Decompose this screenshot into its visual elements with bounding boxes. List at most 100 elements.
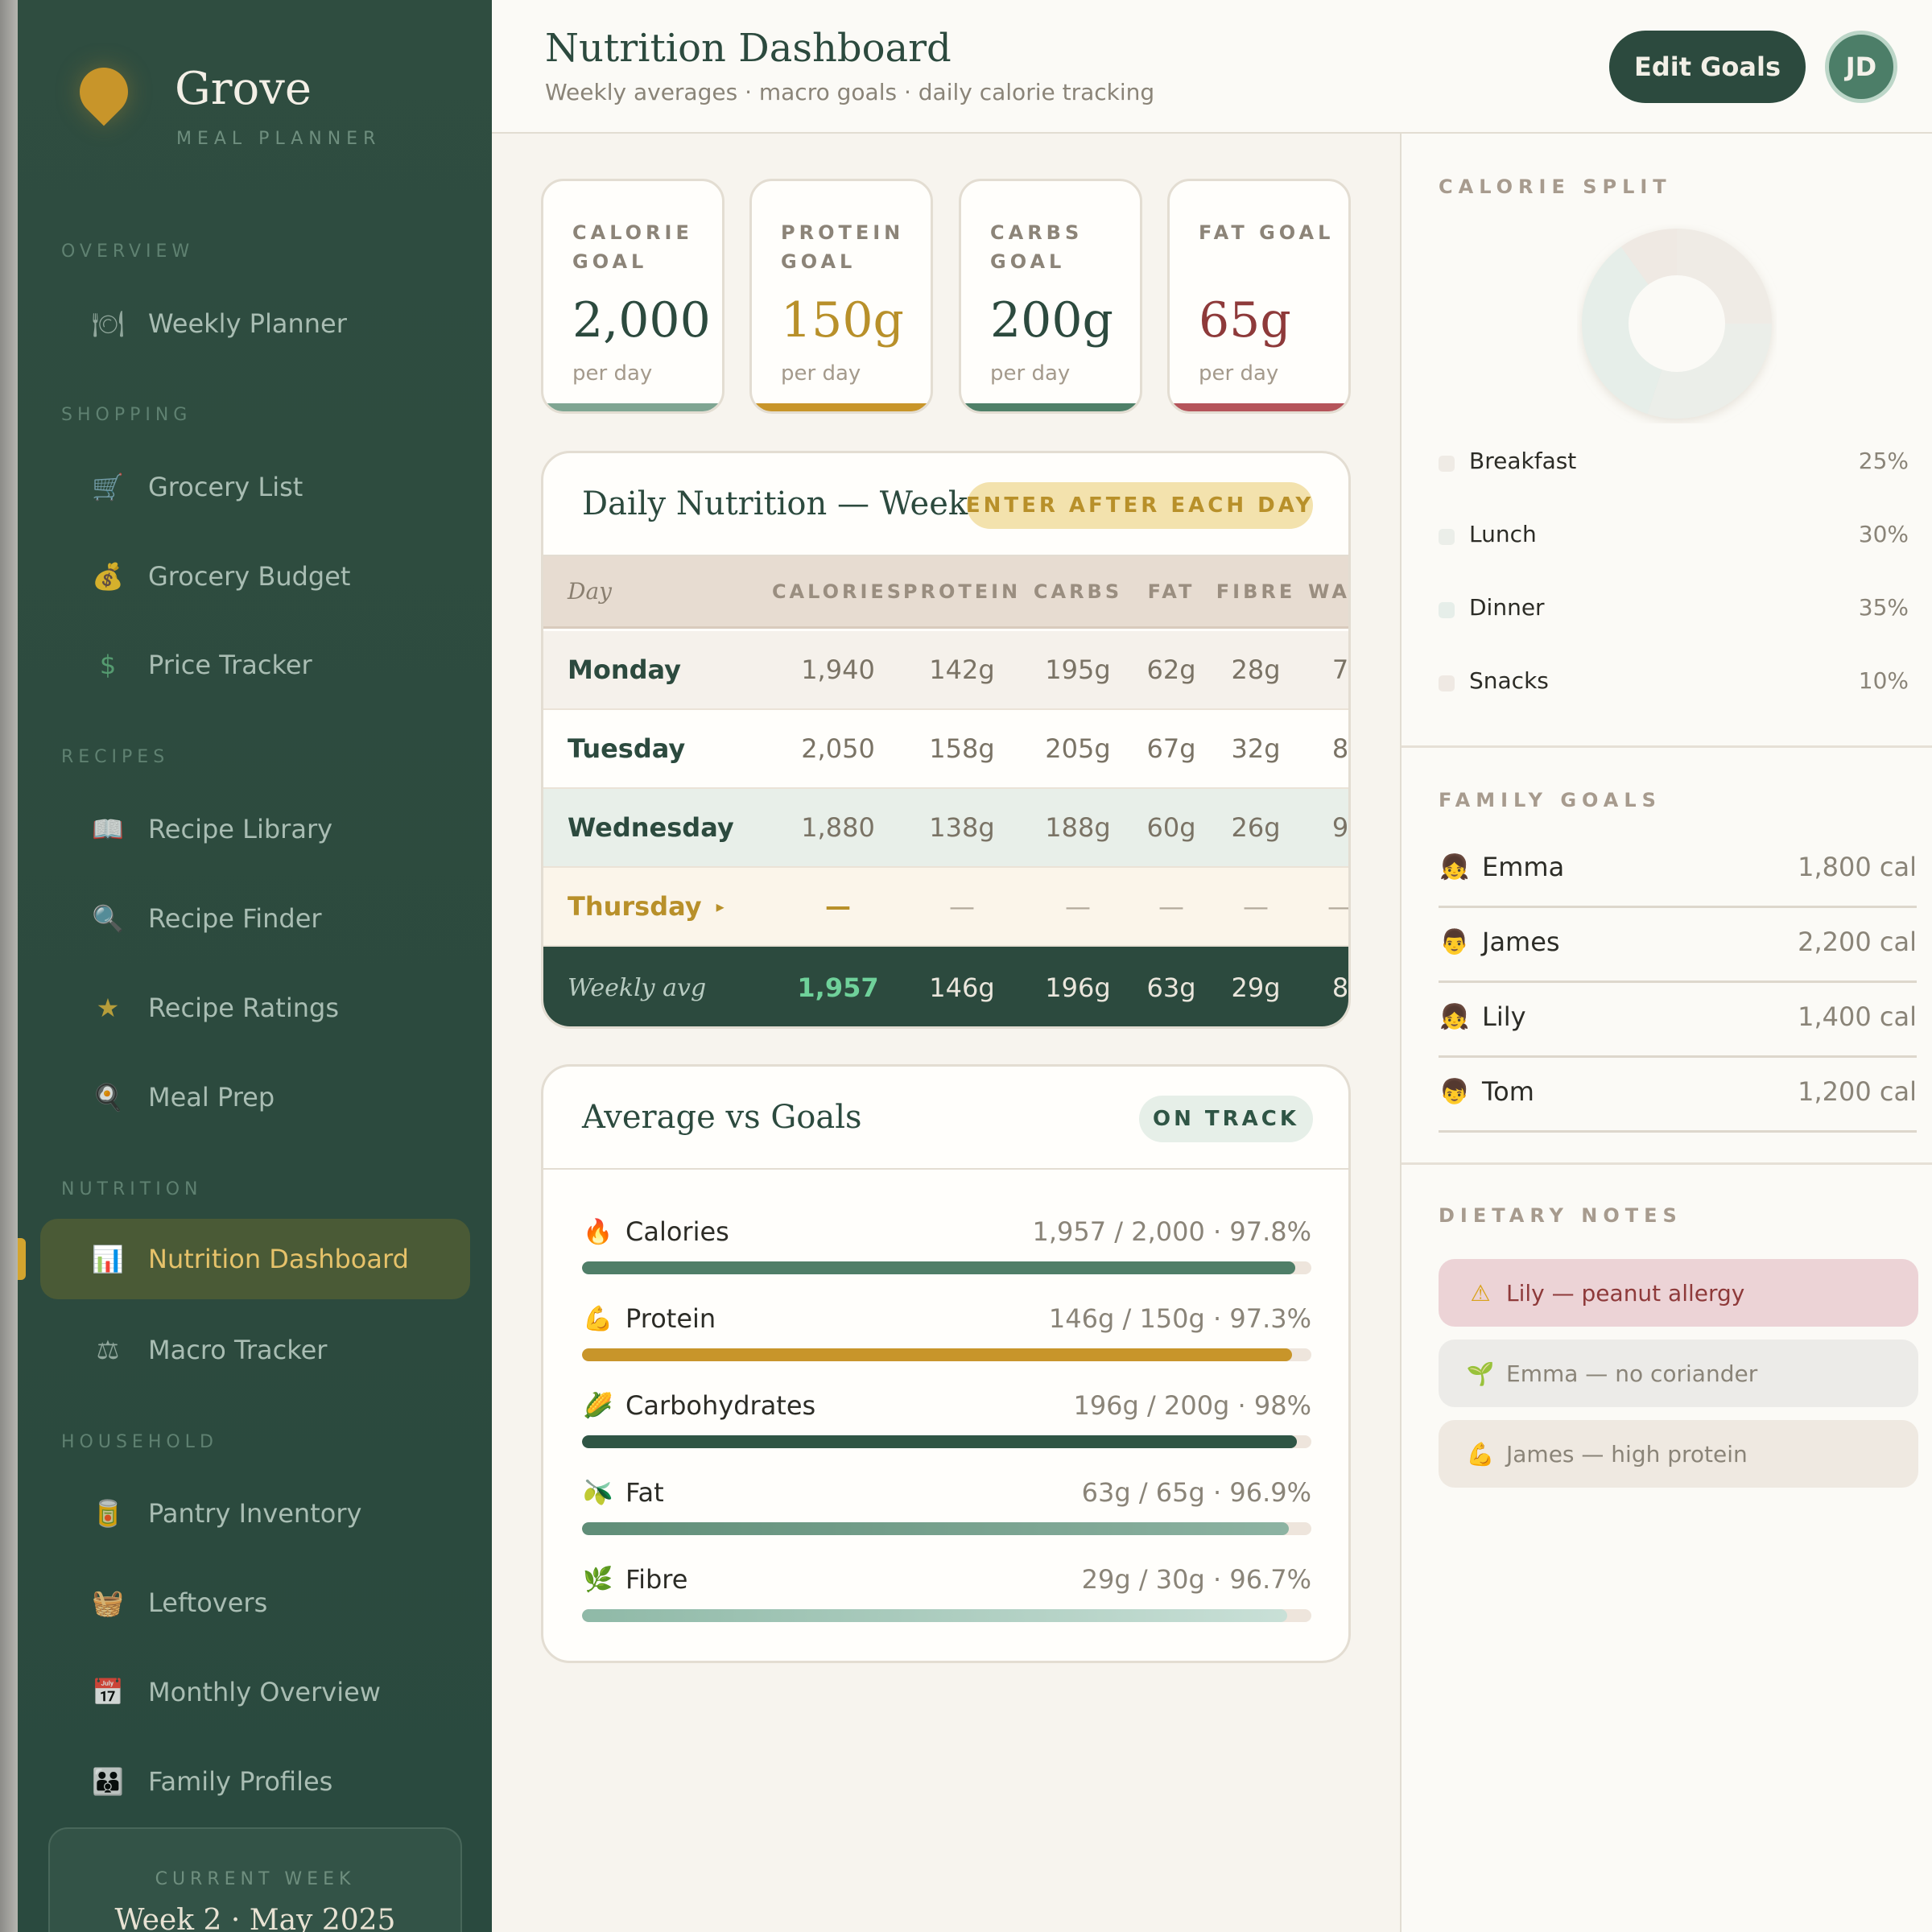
nav-section-recipes: RECIPES [61,747,170,767]
table-cell: — [825,891,851,922]
boy-icon: 👦 [1439,1077,1470,1106]
family-icon: 👪 [92,1766,124,1797]
goal-accent-stripe [1170,403,1348,411]
avatar[interactable]: JD [1825,31,1897,103]
legend-label: Lunch [1469,521,1537,547]
sidebar-item-nutrition-dashboard[interactable]: 📊 Nutrition Dashboard [40,1219,470,1299]
sidebar-item-leftovers[interactable]: 🧺 Leftovers [40,1563,470,1643]
sidebar-item-macro-tracker[interactable]: ⚖ Macro Tracker [40,1310,470,1390]
sidebar-item-monthly-overview[interactable]: 📅 Monthly Overview [40,1652,470,1732]
on-track-badge: ON TRACK [1139,1096,1313,1142]
active-indicator [18,1238,26,1280]
window-edge [0,0,19,1932]
sidebar-item-weekly-planner[interactable]: 🍽 Weekly Planner [40,283,470,364]
progress-label-text: Fibre [625,1564,688,1595]
table-header: Day CALORIES PROTEIN CARBS FAT FIBRE WA [543,556,1348,629]
sidebar-item-label: Family Profiles [148,1766,333,1797]
sidebar-item-label: Pantry Inventory [148,1498,362,1529]
divider [1402,745,1932,748]
goal-progress-protein: 💪 Protein 146g / 150g · 97.3% [582,1303,1311,1368]
weekly-avg-cell: 8 [1331,972,1349,1003]
table-row[interactable]: Thursday ▸ — — — — — — [543,868,1348,947]
family-member-emma[interactable]: 👧 Emma 1,800 cal [1439,834,1917,908]
progress-track [582,1522,1311,1535]
member-name-text: James [1482,927,1560,957]
table-row[interactable]: Tuesday 2,050 158g 205g 67g 32g 8 [543,710,1348,789]
family-member-calories: 1,400 cal [1798,1001,1917,1032]
seedling-icon: 🌱 [1466,1360,1495,1387]
sidebar-item-recipe-ratings[interactable]: ★ Recipe Ratings [40,968,470,1048]
family-member-name: 👧 Emma [1439,852,1564,882]
table-row[interactable]: Monday 1,940 142g 195g 62g 28g 7 [543,631,1348,710]
donut-hole [1629,275,1725,372]
goal-label: CARBS GOAL [990,221,1084,273]
goal-accent-stripe [961,403,1140,411]
table-cell: — [1327,891,1351,922]
family-member-tom[interactable]: 👦 Tom 1,200 cal [1439,1059,1917,1133]
girl-icon: 👧 [1439,852,1470,881]
sidebar-item-grocery-list[interactable]: 🛒 Grocery List [40,447,470,527]
sidebar-item-recipe-finder[interactable]: 🔍 Recipe Finder [40,878,470,959]
member-name-text: Tom [1482,1076,1534,1107]
progress-value: 196g / 200g · 98% [1073,1390,1311,1421]
weekly-average-row: Weekly avg 1,957 146g 196g 63g 29g 8 [543,947,1349,1026]
progress-track [582,1435,1311,1448]
table-row[interactable]: Wednesday 1,880 138g 188g 60g 26g 9 [543,789,1348,868]
sidebar-item-label: Macro Tracker [148,1335,328,1365]
muscle-icon: 💪 [583,1304,613,1333]
legend-swatch [1439,675,1455,691]
sidebar-item-price-tracker[interactable]: $ Price Tracker [40,625,470,705]
current-week-card: CURRENT WEEK Week 2 · May 2025 [48,1827,462,1932]
goal-unit: per day [572,361,653,386]
table-row-day: Wednesday [568,789,734,866]
goal-value: 200g [990,292,1113,349]
edit-goals-button[interactable]: Edit Goals [1609,31,1806,103]
legend-percent: 35% [1858,594,1909,621]
sidebar-item-grocery-budget[interactable]: 💰 Grocery Budget [40,536,470,617]
table-cell: 142g [929,654,995,685]
goal-progress-carbohydrates: 🌽 Carbohydrates 196g / 200g · 98% [582,1390,1311,1455]
daily-nutrition-panel: Daily Nutrition — Week 2 ENTER AFTER EAC… [541,451,1351,1029]
sidebar-item-recipe-library[interactable]: 📖 Recipe Library [40,789,470,869]
panel-title: Daily Nutrition — Week 2 [582,485,999,522]
column-header-fibre: FIBRE [1216,580,1296,603]
corn-icon: 🌽 [583,1391,613,1420]
sidebar: Grove MEAL PLANNER OVERVIEW 🍽 Weekly Pla… [18,0,492,1932]
weekly-avg-cell: 29g [1231,972,1281,1003]
family-member-calories: 2,200 cal [1798,927,1917,957]
dollar-icon: $ [99,650,117,680]
goal-card-carbs: CARBS GOAL 200g per day [959,179,1142,414]
progress-fill [582,1261,1296,1274]
sidebar-item-meal-prep[interactable]: 🍳 Meal Prep [40,1057,470,1137]
warning-icon: ⚠ [1470,1279,1491,1307]
family-goals-title: FAMILY GOALS [1439,789,1662,811]
column-header-water: WA [1308,580,1350,603]
right-panel: CALORIE SPLIT Breakfast 25% Lunch 30% Di… [1400,134,1932,1932]
goal-unit: per day [990,361,1071,386]
goal-card-fat: FAT GOAL 65g per day [1167,179,1351,414]
current-week-label: CURRENT WEEK [155,1869,356,1889]
table-cell: 67g [1146,733,1196,764]
dietary-notes-title: DIETARY NOTES [1439,1204,1682,1227]
progress-track [582,1348,1311,1361]
basket-icon: 🧺 [92,1587,124,1618]
legend-label: Dinner [1469,594,1545,621]
calorie-split-donut [1582,229,1772,419]
weekly-avg-cell: 146g [929,972,995,1003]
table-cell: — [1065,891,1091,922]
goal-value: 65g [1199,292,1291,349]
table-cell: 158g [929,733,995,764]
sidebar-item-family-profiles[interactable]: 👪 Family Profiles [40,1741,470,1822]
weekly-avg-label: Weekly avg [568,973,707,1002]
family-member-james[interactable]: 👨 James 2,200 cal [1439,909,1917,983]
progress-label: 🫒 Fat [582,1477,663,1508]
progress-fill [582,1348,1292,1361]
table-cell: — [1158,891,1184,922]
sidebar-item-pantry-inventory[interactable]: 🥫 Pantry Inventory [40,1473,470,1554]
divider [1402,1162,1932,1165]
header: Nutrition Dashboard Weekly averages · ma… [492,0,1932,134]
dietary-note: 🌱 Emma — no coriander [1439,1340,1918,1407]
family-member-lily[interactable]: 👧 Lily 1,400 cal [1439,984,1917,1058]
table-cell: 188g [1045,812,1111,843]
table-cell: 28g [1231,654,1281,685]
